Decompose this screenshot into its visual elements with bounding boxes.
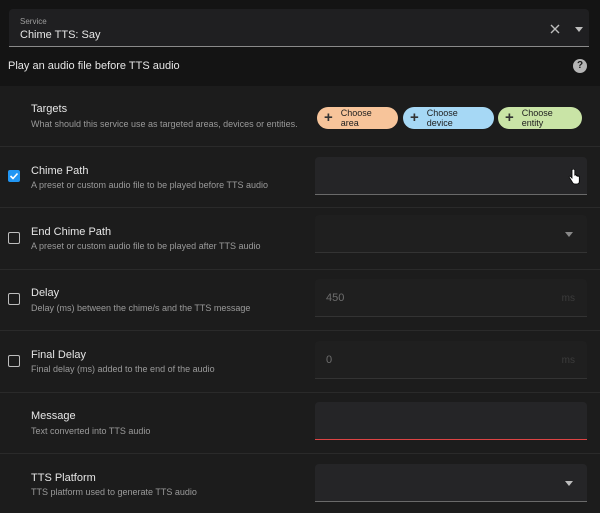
choose-area-button[interactable]: + Choose area: [317, 107, 398, 129]
choose-area-label: Choose area: [340, 108, 372, 128]
tts-platform-subtitle: TTS platform used to generate TTS audio: [31, 487, 197, 497]
delay-input[interactable]: 450 ms: [315, 279, 587, 317]
tts-platform-select[interactable]: [315, 464, 587, 502]
delay-title: Delay: [31, 287, 60, 299]
end-chime-path-title: End Chime Path: [31, 226, 112, 238]
clear-icon[interactable]: [550, 24, 560, 34]
end-chime-path-select[interactable]: [315, 215, 587, 253]
message-subtitle: Text converted into TTS audio: [31, 426, 151, 436]
end-chime-path-row: End Chime Path A preset or custom audio …: [0, 208, 600, 270]
choose-device-button[interactable]: + Choose device: [403, 107, 494, 129]
chime-path-checkbox[interactable]: [8, 170, 20, 182]
final-delay-checkbox[interactable]: [8, 355, 20, 367]
chevron-down-icon: [565, 232, 573, 237]
final-delay-input[interactable]: 0 ms: [315, 341, 587, 379]
service-label: Service: [20, 17, 47, 26]
service-select[interactable]: Service Chime TTS: Say: [9, 9, 589, 47]
tts-platform-title: TTS Platform: [31, 472, 96, 484]
targets-title: Targets: [31, 103, 68, 115]
end-chime-path-subtitle: A preset or custom audio file to be play…: [31, 241, 261, 251]
tts-platform-row: TTS Platform TTS platform used to genera…: [0, 454, 600, 513]
plus-icon: +: [505, 109, 514, 126]
delay-checkbox[interactable]: [8, 293, 20, 305]
choose-device-label: Choose device: [426, 108, 458, 128]
message-title: Message: [31, 410, 76, 422]
plus-icon: +: [410, 109, 419, 126]
service-description: Play an audio file before TTS audio: [8, 60, 180, 72]
chevron-down-icon[interactable]: [575, 27, 583, 32]
delay-value: 450: [326, 292, 345, 304]
plus-icon: +: [324, 109, 333, 126]
targets-subtitle: What should this service use as targeted…: [31, 119, 298, 129]
service-value: Chime TTS: Say: [20, 29, 101, 41]
question-mark-icon[interactable]: ?: [573, 59, 587, 73]
message-input[interactable]: [315, 402, 587, 440]
chime-path-title: Chime Path: [31, 165, 89, 177]
hand-pointer-icon: [568, 169, 580, 185]
choose-entity-button[interactable]: + Choose entity: [498, 107, 582, 129]
final-delay-value: 0: [326, 354, 333, 366]
delay-row: Delay Delay (ms) between the chime/s and…: [0, 270, 600, 331]
final-delay-title: Final Delay: [31, 349, 87, 361]
chime-path-row: Chime Path A preset or custom audio file…: [0, 147, 600, 208]
final-delay-unit: ms: [561, 355, 575, 366]
chevron-down-icon: [565, 481, 573, 486]
checkmark-icon: [9, 172, 19, 180]
delay-subtitle: Delay (ms) between the chime/s and the T…: [31, 303, 251, 313]
chime-path-subtitle: A preset or custom audio file to be play…: [31, 180, 268, 190]
choose-entity-label: Choose entity: [521, 108, 553, 128]
chime-path-select[interactable]: [315, 157, 587, 195]
final-delay-row: Final Delay Final delay (ms) added to th…: [0, 331, 600, 393]
message-row: Message Text converted into TTS audio: [0, 393, 600, 454]
end-chime-path-checkbox[interactable]: [8, 232, 20, 244]
delay-unit: ms: [561, 293, 575, 304]
final-delay-subtitle: Final delay (ms) added to the end of the…: [31, 364, 215, 374]
